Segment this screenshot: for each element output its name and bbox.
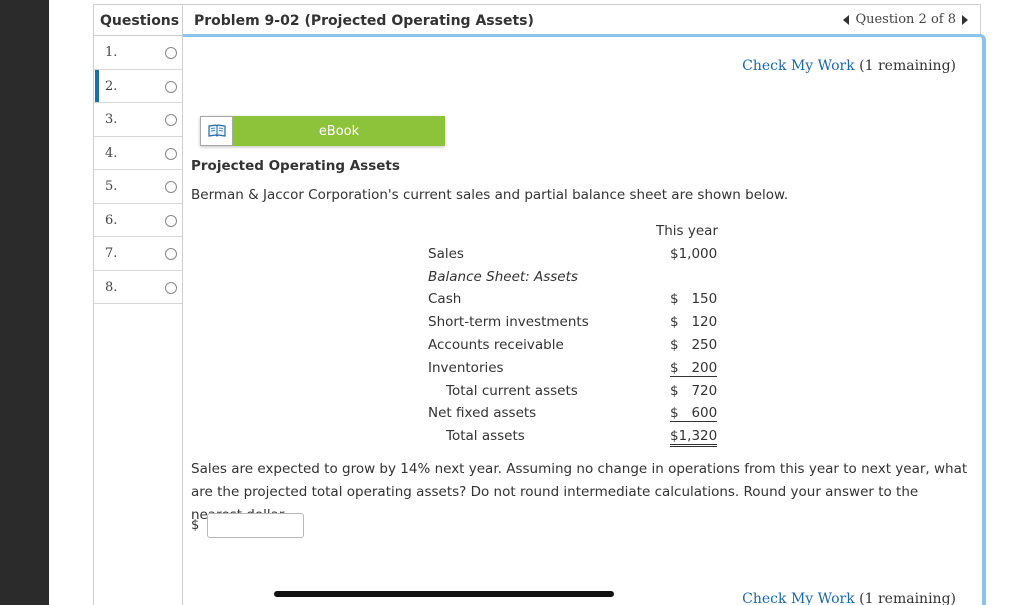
question-item-4[interactable]: 4. bbox=[94, 137, 182, 170]
question-item-3[interactable]: 3. bbox=[94, 103, 182, 137]
question-number: 2. bbox=[105, 78, 118, 94]
page-title: Problem 9-02 (Projected Operating Assets… bbox=[194, 13, 534, 29]
row-label: Net fixed assets bbox=[428, 405, 537, 422]
problem-intro: Berman & Jaccor Corporation's current sa… bbox=[191, 187, 789, 203]
section-title: Projected Operating Assets bbox=[191, 158, 400, 174]
row-value: $ 150 bbox=[670, 291, 718, 308]
table-row: Sales $1,000 bbox=[428, 243, 728, 266]
problem-content: Check My Work (1 remaining) eBook Projec… bbox=[183, 34, 986, 605]
status-circle-icon bbox=[165, 114, 177, 126]
table-row: Total current assets $ 720 bbox=[428, 380, 728, 403]
table-row: Total assets $1,320 bbox=[428, 425, 728, 448]
currency-prefix: $ bbox=[191, 518, 200, 533]
check-my-work-link[interactable]: Check My Work bbox=[742, 58, 855, 74]
remaining-count: (1 remaining) bbox=[859, 591, 956, 605]
row-label: Balance Sheet: Assets bbox=[428, 268, 578, 285]
check-my-work-bottom: Check My Work (1 remaining) bbox=[742, 591, 956, 605]
row-value: $ 120 bbox=[670, 314, 718, 331]
table-row: Net fixed assets $ 600 bbox=[428, 402, 728, 425]
question-item-2[interactable]: 2. bbox=[94, 69, 182, 103]
row-value: $1,000 bbox=[670, 245, 718, 262]
question-item-8[interactable]: 8. bbox=[94, 271, 182, 304]
balance-sheet-table: This year Sales $1,000 Balance Sheet: As… bbox=[428, 220, 728, 448]
book-icon bbox=[200, 116, 233, 146]
scroll-indicator[interactable] bbox=[274, 591, 614, 597]
status-circle-icon bbox=[165, 80, 177, 93]
question-number: 7. bbox=[105, 246, 118, 261]
ebook-button[interactable]: eBook bbox=[200, 116, 445, 146]
row-value: $1,320 bbox=[670, 428, 717, 448]
question-number: 4. bbox=[105, 145, 118, 161]
status-circle-icon bbox=[165, 248, 177, 260]
check-my-work-link[interactable]: Check My Work bbox=[742, 591, 855, 605]
table-row: Short-term investments $ 120 bbox=[428, 311, 728, 334]
next-question-icon[interactable] bbox=[962, 14, 968, 25]
problem-header: Problem 9-02 (Projected Operating Assets… bbox=[183, 4, 981, 36]
row-value: $ 720 bbox=[670, 382, 718, 399]
table-row: Inventories $ 200 bbox=[428, 357, 728, 380]
row-label: Total current assets bbox=[446, 382, 578, 399]
question-number: 8. bbox=[105, 279, 118, 295]
question-item-1[interactable]: 1. bbox=[94, 36, 182, 70]
answer-row: $ bbox=[191, 513, 305, 538]
question-text: Sales are expected to grow by 14% next y… bbox=[191, 461, 968, 523]
row-label: Total assets bbox=[446, 428, 525, 445]
status-circle-icon bbox=[165, 147, 177, 160]
table-row: Cash $ 150 bbox=[428, 288, 728, 311]
questions-sidebar: Questions 1. 2. 3. 4. 5. 6. 7. 8. bbox=[93, 4, 183, 605]
row-label: Cash bbox=[428, 291, 462, 308]
status-circle-icon bbox=[165, 181, 177, 193]
table-header-row: This year bbox=[428, 220, 728, 243]
status-circle-icon bbox=[165, 47, 177, 59]
row-label: Accounts receivable bbox=[428, 336, 564, 353]
ebook-label: eBook bbox=[233, 116, 445, 146]
answer-input[interactable] bbox=[207, 513, 305, 538]
row-label: Inventories bbox=[428, 359, 504, 376]
row-value: $ 600 bbox=[670, 405, 718, 423]
status-circle-icon bbox=[165, 214, 177, 227]
previous-question-icon[interactable] bbox=[843, 14, 850, 25]
left-dark-bar bbox=[0, 0, 49, 605]
question-number: 3. bbox=[105, 112, 118, 127]
row-label: Sales bbox=[428, 245, 464, 262]
row-value: $ 250 bbox=[670, 336, 718, 353]
check-my-work-top: Check My Work (1 remaining) bbox=[742, 58, 956, 74]
row-value: $ 200 bbox=[670, 359, 718, 377]
question-navigator: Question 2 of 8 bbox=[843, 12, 968, 27]
question-item-7[interactable]: 7. bbox=[94, 237, 182, 271]
table-row: Accounts receivable $ 250 bbox=[428, 334, 728, 357]
column-header: This year bbox=[656, 223, 718, 239]
table-row: Balance Sheet: Assets bbox=[428, 266, 728, 289]
row-label: Short-term investments bbox=[428, 314, 589, 331]
question-number: 6. bbox=[105, 212, 118, 228]
status-circle-icon bbox=[165, 281, 177, 294]
question-position-label: Question 2 of 8 bbox=[855, 12, 956, 27]
question-number: 1. bbox=[105, 45, 118, 60]
remaining-count: (1 remaining) bbox=[859, 58, 956, 74]
question-number: 5. bbox=[105, 179, 118, 194]
questions-header: Questions bbox=[94, 4, 182, 36]
question-item-6[interactable]: 6. bbox=[94, 204, 182, 237]
question-item-5[interactable]: 5. bbox=[94, 170, 182, 204]
